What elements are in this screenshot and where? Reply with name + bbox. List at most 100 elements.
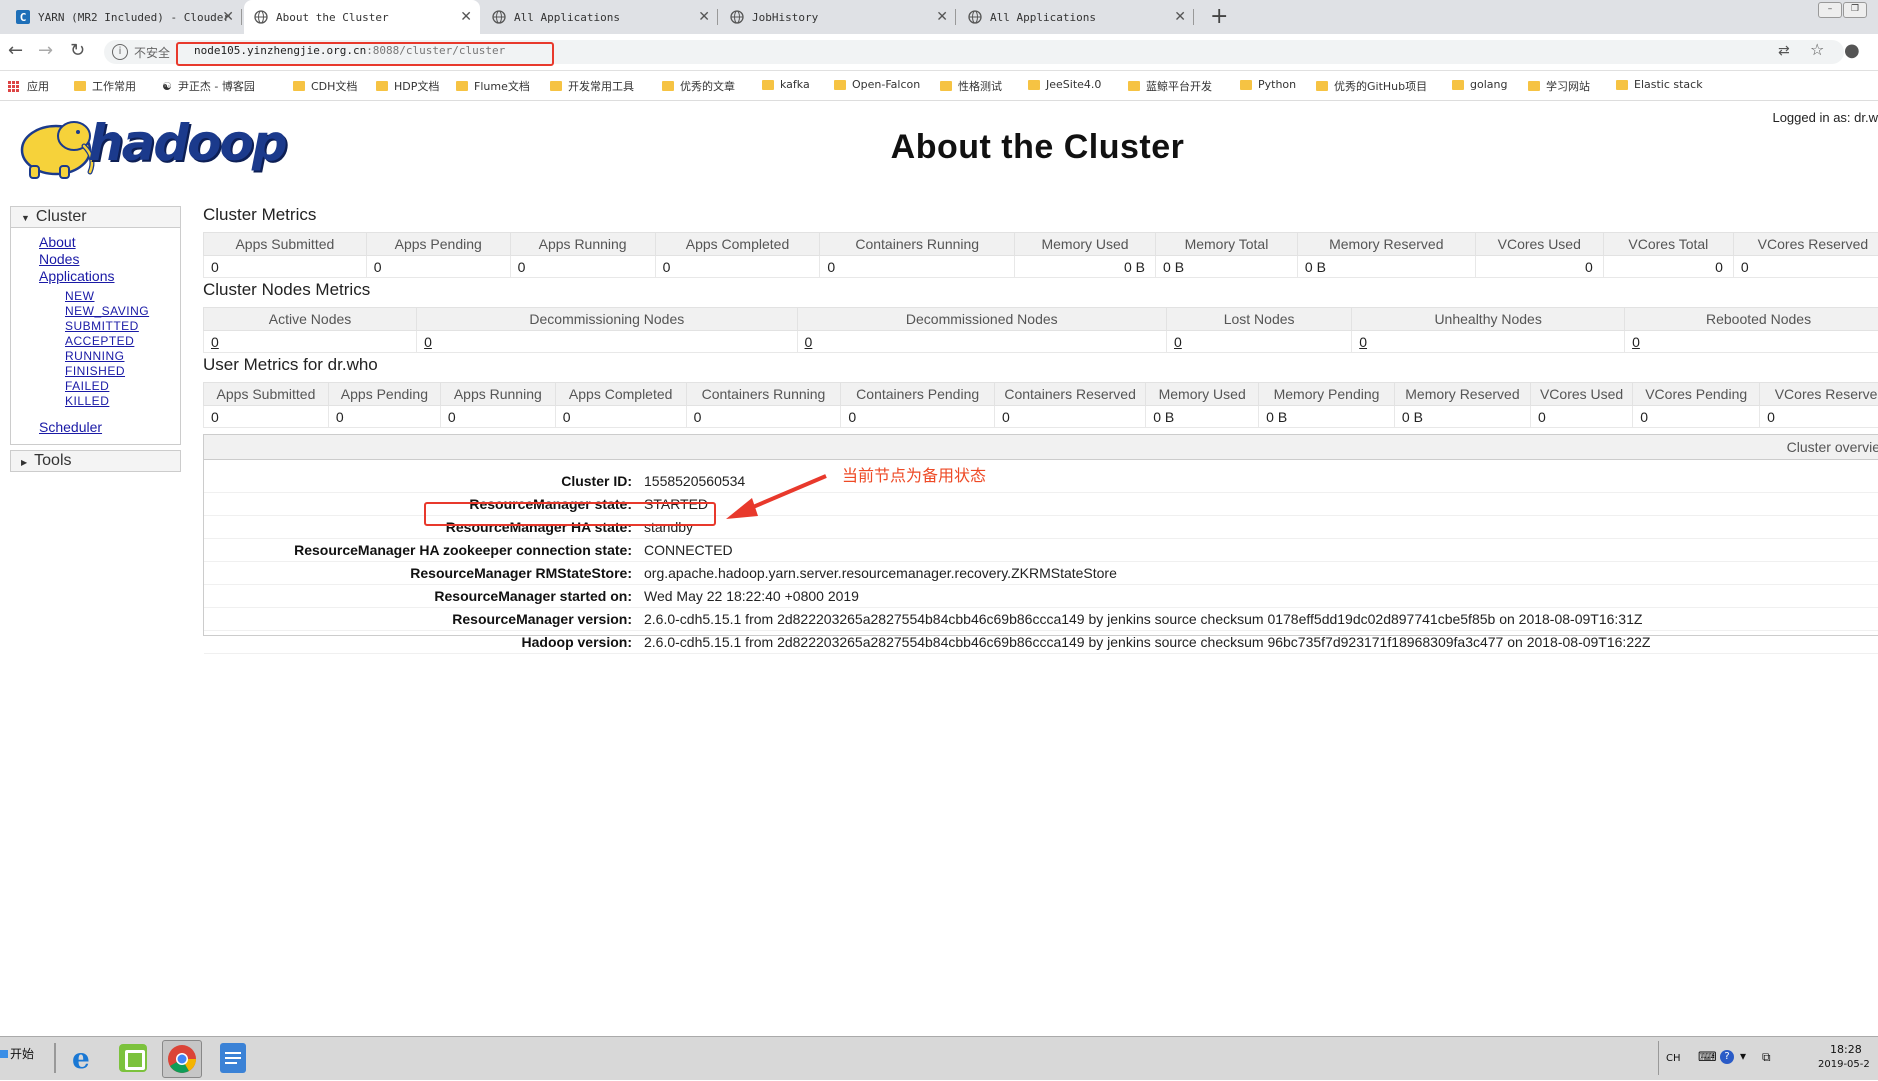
folder-icon xyxy=(1452,80,1464,90)
table-cell[interactable]: 0 xyxy=(1625,331,1878,353)
tab-jobhistory[interactable]: JobHistory ✕ xyxy=(720,0,956,34)
nav-link-applications[interactable]: Applications xyxy=(39,268,180,285)
back-icon[interactable]: ← xyxy=(8,40,23,61)
bookmark-blog[interactable]: ☯尹正杰 - 博客园 xyxy=(162,78,255,94)
cluster-overview-header[interactable]: Cluster overvie xyxy=(204,435,1878,460)
tab-all-applications[interactable]: All Applications ✕ xyxy=(482,0,718,34)
nav-link-about[interactable]: About xyxy=(39,234,180,251)
nav-link-killed[interactable]: KILLED xyxy=(65,394,180,409)
network-icon[interactable]: ⧉ xyxy=(1762,1050,1771,1065)
table-row: 0 0 0 0 0 0 xyxy=(204,331,1878,353)
new-tab-button[interactable]: + xyxy=(1210,4,1228,29)
table-cell[interactable]: 0 xyxy=(417,331,797,353)
clock-time[interactable]: 18:28 xyxy=(1830,1043,1862,1056)
notes-icon[interactable] xyxy=(214,1040,252,1076)
tab-label: JobHistory xyxy=(752,11,818,24)
overview-row-started-on: ResourceManager started on:Wed May 22 18… xyxy=(204,585,1878,608)
keyboard-icon[interactable]: ⌨ xyxy=(1698,1050,1717,1065)
page-title: About the Cluster xyxy=(600,128,1475,167)
restore-button[interactable]: ❐ xyxy=(1843,2,1867,18)
table-cell[interactable]: 0 xyxy=(1167,331,1352,353)
close-icon[interactable]: ✕ xyxy=(698,9,710,25)
tools-nav-header[interactable]: ▶Tools xyxy=(10,450,181,472)
close-icon[interactable]: ✕ xyxy=(936,9,948,25)
globe-icon xyxy=(968,10,982,24)
tab-yarn[interactable]: C YARN (MR2 Included) - Clouder ✕ xyxy=(6,0,242,34)
overview-row-zk-state: ResourceManager HA zookeeper connection … xyxy=(204,539,1878,562)
info-icon[interactable]: i xyxy=(112,44,128,60)
start-button[interactable]: 开始 xyxy=(0,1045,34,1062)
overview-value: Wed May 22 18:22:40 +0800 2019 xyxy=(644,585,859,607)
nav-link-scheduler[interactable]: Scheduler xyxy=(39,419,180,436)
reload-icon[interactable]: ↻ xyxy=(70,40,85,61)
hadoop-logo[interactable]: hadoop xyxy=(10,110,310,182)
close-icon[interactable]: ✕ xyxy=(222,9,234,25)
account-icon[interactable]: ● xyxy=(1844,40,1860,61)
table-cell[interactable]: 0 xyxy=(204,331,417,353)
col-header: Active Nodes xyxy=(204,308,417,331)
help-icon[interactable]: ? xyxy=(1720,1050,1734,1064)
vsphere-icon[interactable] xyxy=(114,1040,152,1076)
overview-key: Cluster ID: xyxy=(204,470,632,492)
col-header: Containers Reserved xyxy=(995,383,1146,406)
folder-icon xyxy=(940,81,952,91)
col-header: Memory Used xyxy=(1146,383,1259,406)
bookmark-folder[interactable]: 学习网站 xyxy=(1528,78,1590,94)
close-icon[interactable]: ✕ xyxy=(460,9,472,25)
bookmark-label: 工作常用 xyxy=(92,78,136,94)
table-cell: 0 xyxy=(1760,406,1878,428)
tab-all-applications-2[interactable]: All Applications ✕ xyxy=(958,0,1194,34)
bookmark-folder[interactable]: kafka xyxy=(762,78,810,91)
nav-link-finished[interactable]: FINISHED xyxy=(65,364,180,379)
bookmark-folder[interactable]: Open-Falcon xyxy=(834,78,920,91)
tab-about-cluster[interactable]: About the Cluster ✕ xyxy=(244,0,480,34)
nav-link-new-saving[interactable]: NEW_SAVING xyxy=(65,304,180,319)
nav-link-submitted[interactable]: SUBMITTED xyxy=(65,319,180,334)
bookmark-apps[interactable]: 应用 xyxy=(8,78,49,94)
table-cell[interactable]: 0 xyxy=(797,331,1166,353)
bookmark-folder[interactable]: 优秀的GitHub项目 xyxy=(1316,78,1427,94)
nav-link-accepted[interactable]: ACCEPTED xyxy=(65,334,180,349)
bookmark-folder[interactable]: Flume文档 xyxy=(456,78,530,94)
cluster-overview-panel: Cluster overvie Cluster ID:1558520560534… xyxy=(203,434,1878,636)
col-header: Apps Pending xyxy=(366,233,510,256)
nav-link-new[interactable]: NEW xyxy=(65,289,180,304)
clock-date[interactable]: 2019-05-2 xyxy=(1818,1059,1870,1070)
bookmark-folder[interactable]: 性格测试 xyxy=(940,78,1002,94)
forward-icon[interactable]: → xyxy=(38,40,53,61)
minimize-button[interactable]: – xyxy=(1818,2,1842,18)
unhealthy-nodes-link[interactable]: 0 xyxy=(1359,334,1367,350)
bookmark-star-icon[interactable]: ☆ xyxy=(1810,40,1824,59)
bookmark-folder[interactable]: JeeSite4.0 xyxy=(1028,78,1101,91)
ie-icon[interactable]: e xyxy=(66,1040,104,1076)
nav-link-failed[interactable]: FAILED xyxy=(65,379,180,394)
bookmark-folder[interactable]: Python xyxy=(1240,78,1296,91)
table-row: 0 0 0 0 0 0 0 0 B 0 B 0 B 0 0 0 xyxy=(204,406,1878,428)
bookmark-label: Open-Falcon xyxy=(852,78,920,91)
bookmark-folder[interactable]: 工作常用 xyxy=(74,78,136,94)
bookmark-folder[interactable]: golang xyxy=(1452,78,1507,91)
lost-nodes-link[interactable]: 0 xyxy=(1174,334,1182,350)
cluster-nav-header[interactable]: ▼Cluster xyxy=(11,207,180,228)
bookmark-folder[interactable]: CDH文档 xyxy=(293,78,357,94)
chrome-icon[interactable] xyxy=(162,1040,202,1078)
close-icon[interactable]: ✕ xyxy=(1174,9,1186,25)
bookmark-folder[interactable]: 优秀的文章 xyxy=(662,78,735,94)
table-cell[interactable]: 0 xyxy=(1352,331,1625,353)
folder-icon xyxy=(834,80,846,90)
nav-link-nodes[interactable]: Nodes xyxy=(39,251,180,268)
decommissioning-nodes-link[interactable]: 0 xyxy=(424,334,432,350)
rebooted-nodes-link[interactable]: 0 xyxy=(1632,334,1640,350)
bookmark-folder[interactable]: HDP文档 xyxy=(376,78,439,94)
nav-link-running[interactable]: RUNNING xyxy=(65,349,180,364)
bookmark-folder[interactable]: 蓝鲸平台开发 xyxy=(1128,78,1212,94)
col-header: VCores Pending xyxy=(1633,383,1760,406)
volume-icon[interactable]: ▾ xyxy=(1740,1049,1746,1063)
translate-icon[interactable]: ⇄ xyxy=(1778,43,1790,59)
bookmark-folder[interactable]: Elastic stack xyxy=(1616,78,1703,91)
active-nodes-link[interactable]: 0 xyxy=(211,334,219,350)
bookmark-folder[interactable]: 开发常用工具 xyxy=(550,78,634,94)
decommissioned-nodes-link[interactable]: 0 xyxy=(805,334,813,350)
url-text[interactable]: node105.yinzhengjie.org.cn:8088/cluster/… xyxy=(194,44,505,57)
language-indicator[interactable]: CH xyxy=(1666,1053,1681,1064)
